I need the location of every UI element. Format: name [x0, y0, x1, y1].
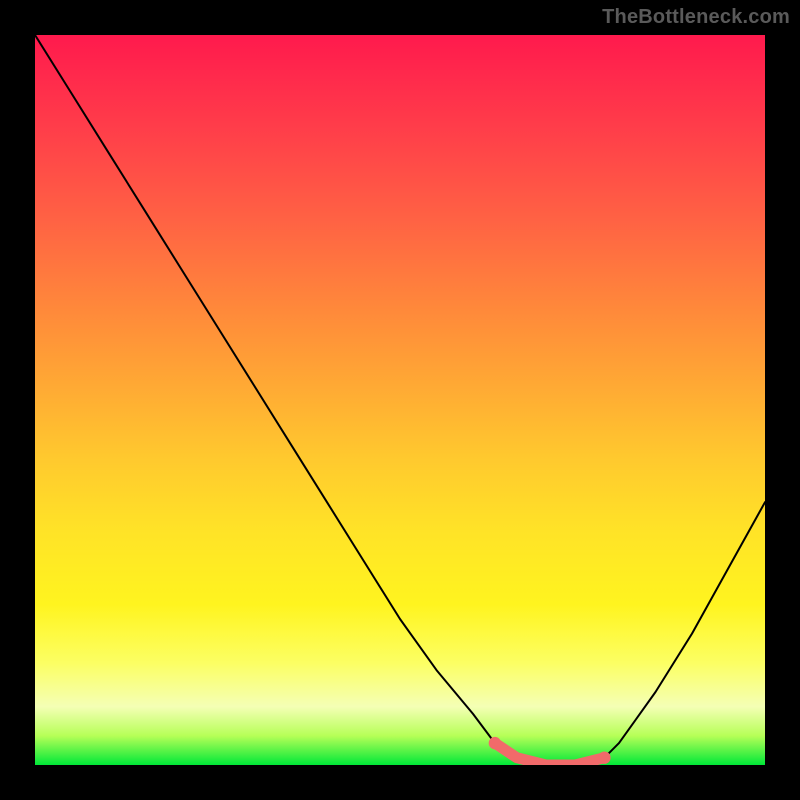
- chart-frame: TheBottleneck.com: [0, 0, 800, 800]
- attribution-text: TheBottleneck.com: [602, 6, 790, 29]
- curve-layer: [35, 35, 765, 765]
- optimal-range-highlight: [495, 743, 605, 765]
- optimal-end-dot: [598, 751, 610, 763]
- plot-area: [35, 35, 765, 765]
- bottleneck-curve: [35, 35, 765, 765]
- optimal-start-dot: [489, 737, 501, 749]
